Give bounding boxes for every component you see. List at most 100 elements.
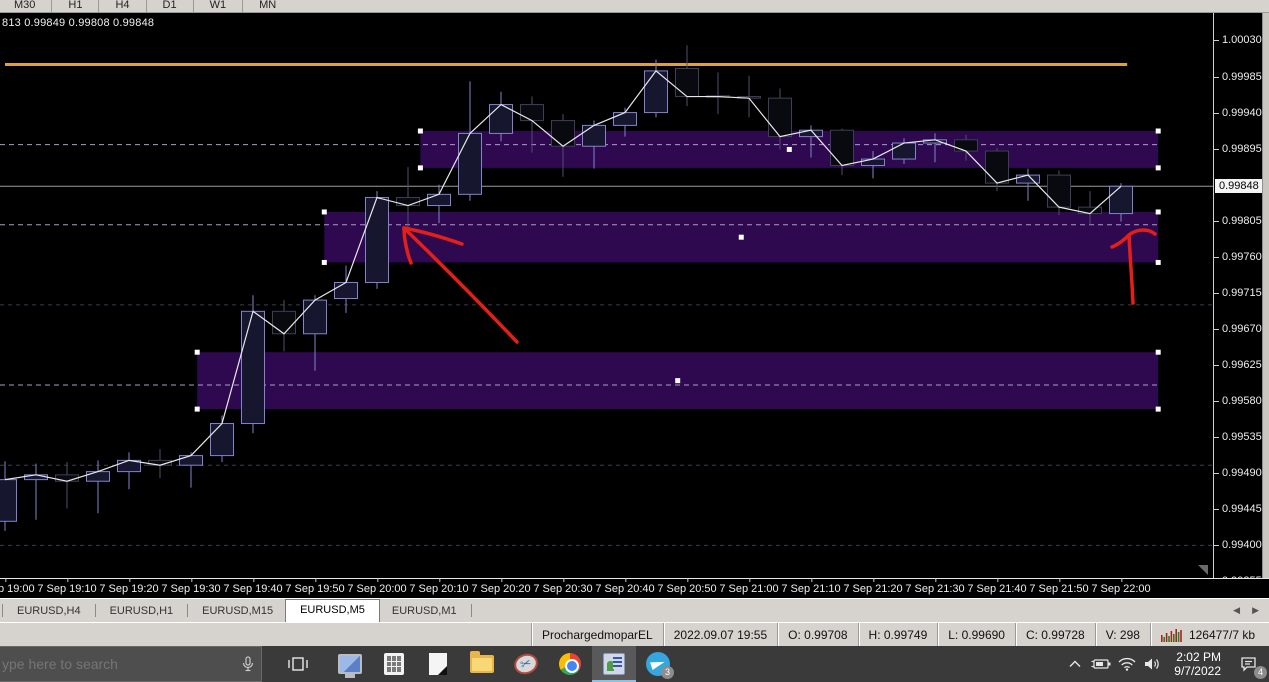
time-axis-label: 7 Sep 19:40 [223,578,283,595]
zone-selection-handle[interactable] [1155,165,1161,171]
price-axis-label: 0.99445 [1214,503,1262,516]
taskbar-search[interactable] [0,646,262,682]
candle-21:15[interactable] [830,129,854,166]
timeframe-button-H1[interactable]: H1 [60,0,90,12]
candle-22:00[interactable] [1109,185,1133,215]
timeframe-button-W1[interactable]: W1 [202,0,235,12]
candle-19:50[interactable] [303,299,327,335]
candle-20:30[interactable] [551,120,575,147]
candle-20:40[interactable] [613,112,637,126]
snipping-tool-icon[interactable]: ✂ [504,646,548,682]
tab-separator [94,604,96,617]
volume-icon[interactable] [1140,646,1166,682]
file-explorer-icon[interactable] [460,646,504,682]
candle-20:00[interactable] [365,197,389,283]
price-axis-label: 0.99805 [1214,214,1262,227]
pc-icon[interactable] [328,646,372,682]
tray-expand-chevron-icon[interactable] [1062,646,1088,682]
candle-19:00[interactable] [0,479,17,522]
calculator-icon[interactable] [372,646,416,682]
candle-21:45[interactable] [1016,174,1040,184]
zone-selection-handle[interactable] [1155,349,1161,355]
time-axis[interactable]: 7 Sep 19:007 Sep 19:107 Sep 19:207 Sep 1… [0,578,1269,598]
tab-eurusd-m15[interactable]: EURUSD,M15 [190,601,285,621]
time-axis-label: 7 Sep 22:00 [1091,578,1151,595]
candle-20:05[interactable] [396,197,420,207]
task-view-icon[interactable] [276,646,320,682]
zone-selection-handle[interactable] [1155,128,1161,134]
chart-tab-bar: EURUSD,H4 EURUSD,H1 EURUSD,M15 EURUSD,M5… [0,598,1269,622]
tab-separator [187,604,189,617]
timeframe-button-MN[interactable]: MN [251,0,284,12]
tab-scroll-right-icon[interactable]: ▶ [1252,605,1259,616]
timeframe-toolbar: M30 H1 H4 D1 W1 MN [0,0,1269,13]
chart-area[interactable]: 813 0.99849 0.99808 0.99848 [0,13,1213,578]
zone-selection-handle[interactable] [1155,209,1161,215]
notepad-icon[interactable] [416,646,460,682]
zone-selection-handle[interactable] [417,165,423,171]
tab-eurusd-h4[interactable]: EURUSD,H4 [5,601,93,621]
wifi-icon[interactable] [1114,646,1140,682]
candle-volume: V: 298 [1094,623,1150,646]
connection-bars-icon [1160,628,1182,642]
tab-eurusd-h1[interactable]: EURUSD,H1 [98,601,186,621]
zone-selection-handle[interactable] [1155,259,1161,265]
candle-21:10[interactable] [799,129,823,138]
microphone-icon[interactable] [235,656,261,672]
timeframe-button-M30[interactable]: M30 [6,0,43,12]
status-bar: ProchargedmoparEL 2022.09.07 19:55 O: 0.… [0,622,1269,646]
candle-19:15[interactable] [86,471,110,482]
price-axis[interactable]: 0.99848 1.00030 0.99985 0.99940 0.99895 0.99… [1213,13,1267,587]
candle-21:05[interactable] [768,97,792,138]
zone-selection-handle[interactable] [321,259,327,265]
candlestick-chart[interactable] [0,13,1213,578]
zone-selection-handle[interactable] [675,378,681,384]
zone-selection-handle[interactable] [1155,406,1161,412]
price-axis-label: 0.99670 [1214,322,1262,335]
battery-icon[interactable] [1088,646,1114,682]
zone-selection-handle[interactable] [417,128,423,134]
candle-21:25[interactable] [892,142,916,160]
candle-19:40[interactable] [241,310,265,425]
zone-selection-handle[interactable] [321,209,327,215]
candle-20:10[interactable] [427,193,451,207]
notification-center-icon[interactable]: 4 [1229,646,1269,682]
taskbar-clock[interactable]: 2:02 PM 9/7/2022 [1166,650,1229,678]
price-axis-label: 0.99940 [1214,106,1262,119]
zone-selection-handle[interactable] [738,234,744,240]
candle-21:40[interactable] [985,150,1009,184]
price-axis-label: 0.99490 [1214,467,1262,480]
candle-19:10[interactable] [55,474,79,482]
timeframe-button-H4[interactable]: H4 [107,0,137,12]
candle-21:55[interactable] [1078,206,1102,215]
search-input[interactable] [0,656,235,672]
candle-20:25[interactable] [520,104,544,122]
price-axis-label: 0.99580 [1214,395,1262,408]
metatrader-icon[interactable] [592,646,636,682]
price-axis-label: 0.99985 [1214,70,1262,83]
candle-20:15[interactable] [458,132,482,195]
time-axis-label: 7 Sep 19:10 [37,578,97,595]
candle-19:45[interactable] [272,310,296,335]
candle-20:35[interactable] [582,124,606,147]
chart-shift-marker[interactable] [1198,565,1208,575]
zone-selection-handle[interactable] [194,349,200,355]
tab-separator [2,604,3,617]
chrome-icon[interactable] [548,646,592,682]
candle-21:20[interactable] [861,158,885,166]
zone-selection-handle[interactable] [194,406,200,412]
tab-eurusd-m5-active[interactable]: EURUSD,M5 [285,598,380,622]
candle-19:30[interactable] [179,455,203,466]
tab-eurusd-m1[interactable]: EURUSD,M1 [380,601,469,621]
candle-20:50[interactable] [675,67,699,98]
candle-19:35[interactable] [210,423,234,457]
tab-scroll-left-icon[interactable]: ◀ [1233,605,1240,616]
candle-19:55[interactable] [334,281,358,300]
candle-21:35[interactable] [954,139,978,152]
zone-selection-handle[interactable] [786,146,792,152]
candle-21:50[interactable] [1047,174,1071,208]
toolbar-separator [242,0,244,12]
timeframe-button-D1[interactable]: D1 [155,0,185,12]
telegram-icon[interactable]: 3 [636,646,680,682]
price-axis-label: 0.99895 [1214,142,1262,155]
